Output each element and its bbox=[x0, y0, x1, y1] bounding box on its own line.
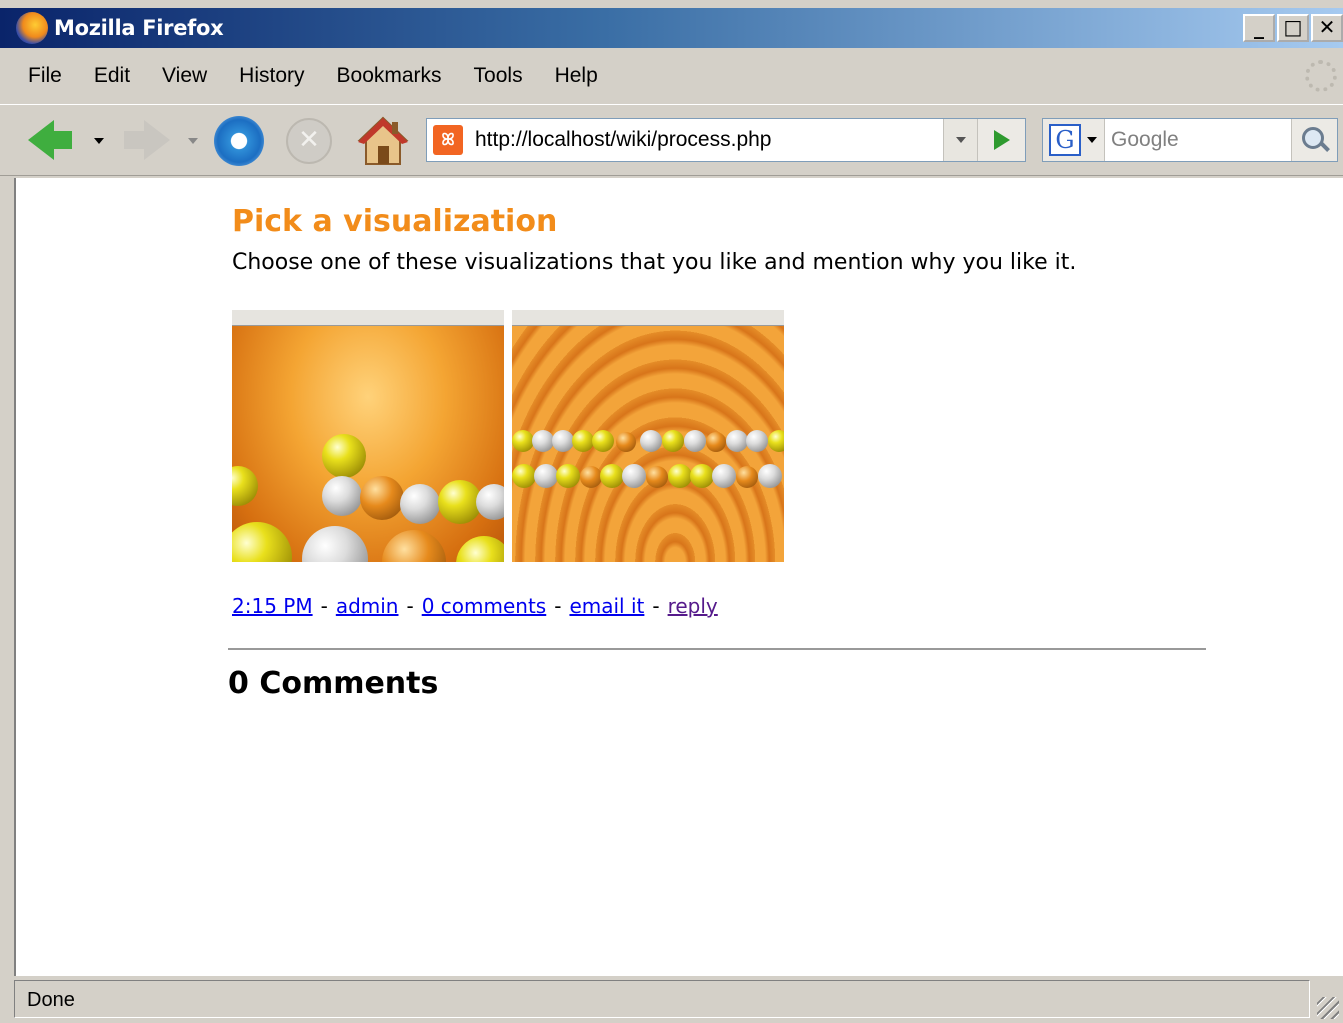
comments-link[interactable]: 0 comments bbox=[422, 594, 547, 618]
sphere-icon bbox=[512, 430, 534, 452]
sphere-icon bbox=[512, 464, 536, 488]
sphere-icon bbox=[456, 536, 504, 562]
search-engine-selector[interactable]: G bbox=[1043, 119, 1105, 161]
back-button[interactable] bbox=[28, 118, 88, 162]
thumbnail-toolbar bbox=[512, 310, 784, 326]
status-text: Done bbox=[27, 989, 75, 1011]
forward-arrow-icon bbox=[144, 120, 170, 160]
chevron-down-icon bbox=[1087, 137, 1097, 143]
sphere-icon bbox=[646, 466, 668, 488]
sphere-icon bbox=[616, 432, 636, 452]
comments-heading: 0 Comments bbox=[228, 666, 439, 701]
sphere-icon bbox=[302, 526, 368, 562]
page-title: Pick a visualization bbox=[232, 204, 558, 239]
separator: - bbox=[652, 594, 660, 618]
window-titlebar: Mozilla Firefox _ □ ✕ bbox=[0, 8, 1343, 48]
chevron-down-icon bbox=[956, 137, 966, 143]
menu-bar: File Edit View History Bookmarks Tools H… bbox=[0, 54, 1343, 98]
menu-view[interactable]: View bbox=[162, 64, 207, 88]
minimize-button[interactable]: _ bbox=[1243, 14, 1275, 42]
separator: - bbox=[554, 594, 562, 618]
separator: - bbox=[406, 594, 414, 618]
post-meta: 2:15 PM - admin -0 comments - email it - reply bbox=[232, 594, 718, 618]
sphere-icon bbox=[400, 484, 440, 524]
page-description: Choose one of these visualizations that … bbox=[232, 250, 1077, 275]
sphere-icon bbox=[768, 430, 784, 452]
site-favicon-icon: ꕤ bbox=[433, 125, 463, 155]
url-history-dropdown[interactable] bbox=[943, 119, 977, 161]
separator: - bbox=[320, 594, 328, 618]
content-divider bbox=[228, 648, 1206, 650]
back-history-dropdown-icon[interactable] bbox=[94, 138, 104, 144]
thumbnail-background bbox=[232, 326, 504, 562]
visualization-thumbnail-2[interactable] bbox=[512, 310, 784, 562]
sphere-icon bbox=[532, 430, 554, 452]
page-viewport: Pick a visualization Choose one of these… bbox=[14, 178, 1343, 976]
menu-help[interactable]: Help bbox=[555, 64, 598, 88]
window-title: Mozilla Firefox bbox=[54, 16, 224, 40]
sphere-icon bbox=[592, 430, 614, 452]
menu-bookmarks[interactable]: Bookmarks bbox=[337, 64, 442, 88]
status-bar: Done bbox=[0, 978, 1343, 1023]
reload-icon[interactable] bbox=[214, 116, 264, 166]
menu-tools[interactable]: Tools bbox=[474, 64, 523, 88]
url-input[interactable]: http://localhost/wiki/process.php bbox=[475, 128, 943, 152]
sphere-icon bbox=[662, 430, 684, 452]
sphere-icon bbox=[580, 466, 602, 488]
sphere-icon bbox=[600, 464, 624, 488]
go-button[interactable] bbox=[977, 119, 1025, 161]
menu-history[interactable]: History bbox=[239, 64, 304, 88]
google-icon: G bbox=[1049, 124, 1081, 156]
sphere-icon bbox=[476, 484, 504, 520]
activity-throbber-icon bbox=[1305, 60, 1337, 92]
sphere-icon bbox=[690, 464, 714, 488]
maximize-button[interactable]: □ bbox=[1277, 14, 1309, 42]
thumbnail-background bbox=[512, 326, 784, 562]
sphere-icon bbox=[712, 464, 736, 488]
sphere-icon bbox=[232, 466, 258, 506]
sphere-icon bbox=[322, 434, 366, 478]
menu-file[interactable]: File bbox=[28, 64, 62, 88]
menu-edit[interactable]: Edit bbox=[94, 64, 130, 88]
sphere-icon bbox=[382, 530, 446, 562]
firefox-logo-icon bbox=[16, 12, 48, 44]
email-link[interactable]: email it bbox=[569, 594, 644, 618]
sphere-icon bbox=[360, 476, 404, 520]
sphere-icon bbox=[726, 430, 748, 452]
sphere-icon bbox=[706, 432, 726, 452]
forward-history-dropdown-icon[interactable] bbox=[188, 138, 198, 144]
home-icon[interactable] bbox=[356, 114, 410, 168]
sphere-icon bbox=[534, 464, 558, 488]
window-controls: _ □ ✕ bbox=[1243, 14, 1343, 42]
sphere-icon bbox=[668, 464, 692, 488]
reply-link[interactable]: reply bbox=[668, 594, 718, 618]
sphere-icon bbox=[758, 464, 782, 488]
search-magnifier-icon[interactable] bbox=[1291, 119, 1337, 161]
forward-button[interactable] bbox=[124, 118, 184, 162]
back-arrow-icon bbox=[28, 120, 72, 160]
author-link[interactable]: admin bbox=[336, 594, 399, 618]
stop-icon[interactable]: ✕ bbox=[286, 118, 332, 164]
sphere-icon bbox=[746, 430, 768, 452]
sphere-icon bbox=[556, 464, 580, 488]
sphere-icon bbox=[552, 430, 574, 452]
visualization-thumbnail-1[interactable] bbox=[232, 310, 504, 562]
resize-grip-icon[interactable] bbox=[1317, 997, 1339, 1019]
sphere-icon bbox=[684, 430, 706, 452]
close-button[interactable]: ✕ bbox=[1311, 14, 1343, 42]
sphere-icon bbox=[736, 466, 758, 488]
forward-arrow-stem-icon bbox=[124, 131, 146, 149]
thumbnail-toolbar bbox=[232, 310, 504, 326]
sphere-icon bbox=[572, 430, 594, 452]
search-bar[interactable]: G Google bbox=[1042, 118, 1338, 162]
status-panel: Done bbox=[14, 980, 1310, 1018]
search-input[interactable]: Google bbox=[1111, 128, 1291, 152]
sphere-icon bbox=[322, 476, 362, 516]
sphere-icon bbox=[640, 430, 662, 452]
post-time-link[interactable]: 2:15 PM bbox=[232, 594, 313, 618]
sphere-icon bbox=[232, 522, 292, 562]
sphere-icon bbox=[622, 464, 646, 488]
url-bar[interactable]: ꕤ http://localhost/wiki/process.php bbox=[426, 118, 1026, 162]
